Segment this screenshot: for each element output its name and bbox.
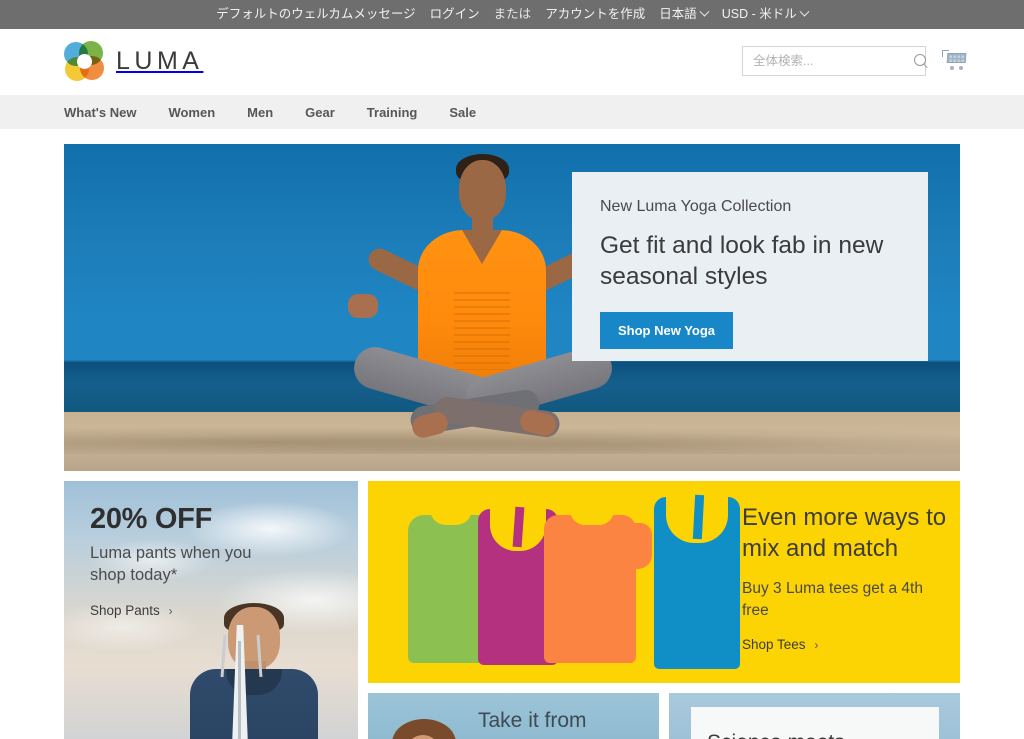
hero-banner[interactable]: New Luma Yoga Collection Get fit and loo… — [64, 144, 960, 471]
nav-item-whats-new[interactable]: What's New — [64, 105, 136, 120]
login-link[interactable]: ログイン — [430, 8, 480, 21]
search-input[interactable] — [753, 54, 914, 68]
language-switcher[interactable]: 日本語 — [659, 6, 710, 22]
currency-switcher[interactable]: USD - 米ドル — [721, 6, 810, 22]
main-navigation: What's New Women Men Gear Training Sale — [0, 95, 1024, 129]
top-utility-bar: デフォルトのウェルカムメッセージ ログイン または アカウントを作成 日本語 U… — [0, 0, 1024, 29]
shirt-blue — [654, 495, 740, 669]
logo-text: LUMA — [116, 46, 204, 75]
search-icon[interactable] — [914, 53, 929, 69]
nav-item-women[interactable]: Women — [168, 105, 215, 120]
nav-list: What's New Women Men Gear Training Sale — [64, 105, 476, 120]
shop-new-yoga-button[interactable]: Shop New Yoga — [600, 312, 734, 350]
shopping-cart-icon[interactable] — [942, 49, 968, 73]
tees-subtext: Buy 3 Luma tees get a 4th free — [742, 580, 923, 619]
promo-tile-testimonial[interactable]: Take it from — [368, 693, 659, 739]
testimonial-person-image — [392, 719, 456, 739]
site-header: LUMA — [0, 29, 1024, 95]
top-utility-bar-inner: デフォルトのウェルカムメッセージ ログイン または アカウントを作成 日本語 U… — [216, 6, 810, 22]
promo-tile-science[interactable]: Science meets — [669, 693, 960, 739]
hero-text-panel: New Luma Yoga Collection Get fit and loo… — [572, 172, 928, 361]
pants-subtext: Luma pants when you shop today* — [90, 544, 252, 585]
logo-link[interactable]: LUMA — [64, 41, 203, 81]
promo-grid: 20% OFF Luma pants when you shop today* … — [64, 481, 960, 739]
chevron-right-icon: › — [168, 603, 173, 618]
pants-copy: 20% OFF Luma pants when you shop today* … — [90, 503, 260, 620]
tees-illustration — [386, 487, 740, 677]
promo-tile-pants[interactable]: 20% OFF Luma pants when you shop today* … — [64, 481, 358, 739]
chevron-down-icon — [699, 6, 710, 17]
header-actions — [742, 46, 968, 76]
science-title: Science meets — [707, 731, 845, 739]
or-text: または — [493, 7, 532, 22]
nav-item-gear[interactable]: Gear — [305, 105, 335, 120]
shop-pants-link[interactable]: Shop Pants › — [90, 603, 173, 618]
testimonial-title: Take it from — [478, 709, 587, 732]
tees-copy: Even more ways to mix and match Buy 3 Lu… — [742, 503, 952, 654]
shop-tees-label: Shop Tees — [742, 637, 806, 653]
page-content: New Luma Yoga Collection Get fit and loo… — [64, 144, 960, 739]
hero-eyebrow: New Luma Yoga Collection — [600, 198, 792, 215]
chevron-right-icon: › — [814, 638, 819, 653]
shirt-orange-sleeve — [626, 523, 652, 569]
pants-model-image — [176, 603, 356, 739]
shirt-orange — [544, 510, 636, 663]
promo-tile-tees[interactable]: Even more ways to mix and match Buy 3 Lu… — [368, 481, 960, 683]
pants-headline: 20% OFF — [90, 503, 212, 535]
currency-label: USD - 米ドル — [721, 7, 797, 22]
shop-pants-label: Shop Pants — [90, 602, 160, 618]
luma-logo-icon — [64, 41, 104, 81]
hero-title: Get fit and look fab in new seasonal sty… — [600, 232, 884, 290]
language-label: 日本語 — [659, 7, 697, 22]
nav-item-training[interactable]: Training — [367, 105, 418, 120]
shop-tees-link[interactable]: Shop Tees › — [742, 637, 818, 652]
welcome-message: デフォルトのウェルカムメッセージ — [216, 7, 416, 22]
nav-item-sale[interactable]: Sale — [449, 105, 476, 120]
search-box[interactable] — [742, 46, 926, 76]
nav-item-men[interactable]: Men — [247, 105, 273, 120]
chevron-down-icon — [799, 6, 810, 17]
create-account-link[interactable]: アカウントを作成 — [545, 8, 645, 21]
tees-title: Even more ways to mix and match — [742, 504, 947, 562]
